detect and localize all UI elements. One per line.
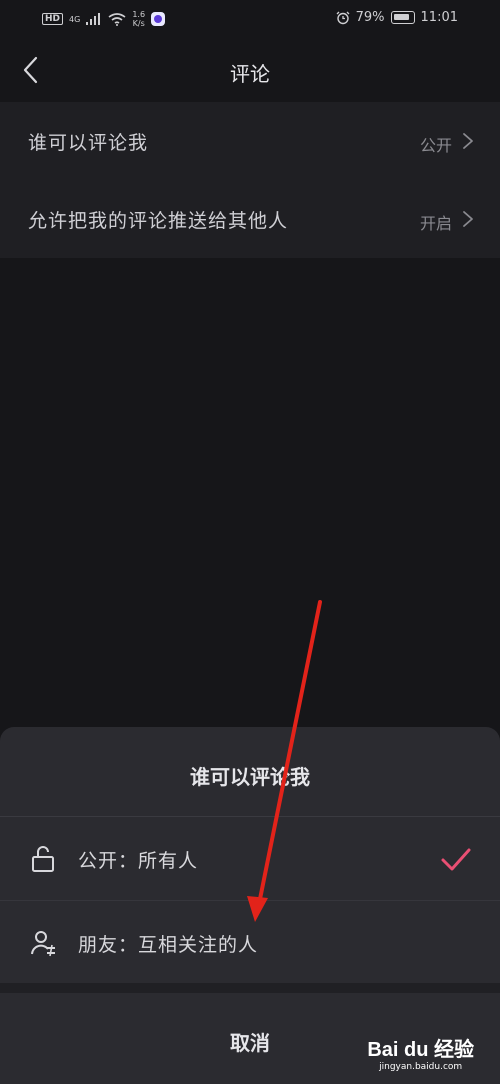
watermark-logo: Bai du 经验 xyxy=(367,1039,474,1061)
sheet-gap xyxy=(0,983,500,993)
setting-label: 谁可以评论我 xyxy=(28,132,149,154)
network-label: 4G xyxy=(69,14,81,24)
status-bar-right: 79% 11:01 xyxy=(336,10,458,25)
setting-row-who-can-comment[interactable]: 谁可以评论我 公开 xyxy=(0,102,500,180)
unlock-icon xyxy=(32,846,54,872)
watermark-url: jingyan.baidu.com xyxy=(379,1062,463,1072)
hd-badge: HD xyxy=(42,13,64,25)
friends-icon xyxy=(31,931,55,957)
wifi-icon xyxy=(108,12,126,26)
status-bar: HD 4G 1.6 K/s 79% 11:01 xyxy=(0,0,500,38)
settings-list: 谁可以评论我 公开 允许把我的评论推送给其他人 开启 xyxy=(0,102,500,258)
battery-percent: 79% xyxy=(355,10,385,25)
option-label: 公开：所有人 xyxy=(78,850,199,872)
header: 评论 xyxy=(0,40,500,102)
checkmark-icon xyxy=(441,848,471,871)
baidu-watermark: Bai du 经验 jingyan.baidu.com xyxy=(367,1033,474,1072)
app-notification-icon xyxy=(151,12,166,26)
option-friends[interactable]: 朋友：互相关注的人 xyxy=(0,901,500,985)
alarm-icon xyxy=(336,11,350,24)
signal-icon xyxy=(86,13,101,25)
network-speed: 1.6 K/s xyxy=(132,10,146,28)
option-label: 朋友：互相关注的人 xyxy=(78,934,259,956)
page-title: 评论 xyxy=(230,62,270,86)
status-bar-left: HD 4G 1.6 K/s xyxy=(42,10,166,28)
clock: 11:01 xyxy=(420,10,458,25)
battery-icon xyxy=(390,11,415,24)
setting-row-push-comments[interactable]: 允许把我的评论推送给其他人 开启 xyxy=(0,180,500,258)
chevron-right-icon xyxy=(463,133,473,149)
sheet-title: 谁可以评论我 xyxy=(190,765,310,789)
chevron-right-icon xyxy=(463,211,473,227)
bottom-sheet: 谁可以评论我 公开：所有人 朋友：互相关注的人 取消 xyxy=(0,727,500,1084)
setting-label: 允许把我的评论推送给其他人 xyxy=(28,210,289,232)
option-public[interactable]: 公开：所有人 xyxy=(0,817,500,901)
setting-value: 开启 xyxy=(419,214,452,233)
setting-value: 公开 xyxy=(419,136,452,155)
